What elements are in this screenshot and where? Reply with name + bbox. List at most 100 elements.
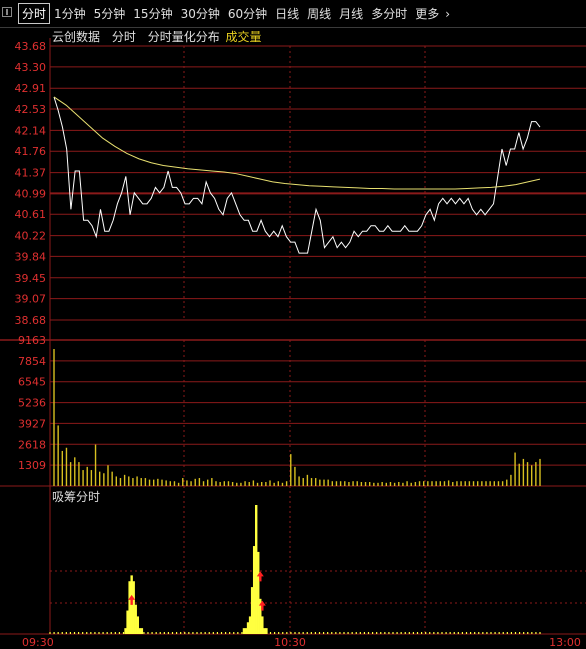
- chip-bar: [126, 610, 129, 634]
- volume-tick-label: 5236: [18, 397, 46, 410]
- price-tick-label: 39.84: [15, 250, 47, 263]
- chip-baseline-dot: [527, 632, 529, 634]
- chip-baseline-dot: [514, 632, 517, 634]
- volume-tick-label: 9163: [18, 334, 46, 347]
- chip-baseline-dot: [65, 632, 67, 634]
- chip-baseline-dot: [253, 632, 255, 634]
- chip-baseline-dot: [224, 632, 227, 634]
- price-tick-label: 41.76: [15, 145, 47, 158]
- chip-baseline-dot: [539, 632, 541, 634]
- chip-baseline-dot: [449, 632, 451, 634]
- chip-baseline-dot: [306, 632, 308, 634]
- chip-baseline-dot: [114, 632, 116, 634]
- chip-baseline-dot: [126, 632, 129, 634]
- chip-baseline-dot: [412, 632, 415, 634]
- chip-baseline-dot: [94, 632, 96, 634]
- chip-baseline-dot: [420, 632, 423, 634]
- chip-baseline-dot: [302, 632, 304, 634]
- chip-baseline-dot: [98, 632, 100, 634]
- chip-baseline-dot: [175, 632, 178, 634]
- chip-baseline-dot: [212, 632, 214, 634]
- chip-bar: [134, 604, 137, 634]
- chip-baseline-dot: [257, 632, 259, 634]
- chip-baseline-dot: [82, 632, 84, 634]
- chip-baseline-dot: [286, 632, 288, 634]
- chip-baseline-dot: [118, 632, 121, 634]
- chip-baseline-dot: [478, 632, 480, 634]
- chip-baseline-dot: [429, 632, 431, 634]
- chip-baseline-dot: [106, 632, 108, 634]
- chip-baseline-dot: [396, 632, 398, 634]
- chip-baseline-dot: [273, 632, 276, 634]
- chip-bar: [132, 581, 135, 634]
- chip-baseline-dot: [388, 632, 390, 634]
- chip-baseline-dot: [216, 632, 219, 634]
- chip-baseline-dot: [392, 632, 394, 634]
- chip-baseline-dot: [90, 632, 92, 634]
- chip-baseline-dot: [482, 632, 484, 634]
- chip-baseline-dot: [245, 632, 247, 634]
- chip-baseline-dot: [380, 632, 382, 634]
- chip-baseline-dot: [196, 632, 198, 634]
- chip-baseline-dot: [282, 632, 284, 634]
- chip-bar: [242, 628, 246, 634]
- price-tick-label: 42.53: [15, 103, 47, 116]
- chip-bar: [257, 551, 260, 634]
- chip-baseline-dot: [49, 632, 51, 634]
- time-tick-label: 13:00: [549, 636, 581, 649]
- chip-baseline-dot: [249, 632, 251, 634]
- chip-baseline-dot: [461, 632, 464, 634]
- chip-baseline-dot: [425, 632, 427, 634]
- chip-baseline-dot: [416, 632, 419, 634]
- chip-bar: [255, 505, 258, 634]
- chip-baseline-dot: [384, 632, 386, 634]
- price-tick-label: 39.45: [15, 272, 47, 285]
- chip-baseline-dot: [445, 632, 447, 634]
- chip-baseline-dot: [155, 632, 157, 634]
- chip-baseline-dot: [229, 632, 231, 634]
- chip-baseline-dot: [204, 632, 206, 634]
- chip-baseline-dot: [314, 632, 317, 634]
- chip-baseline-dot: [437, 632, 439, 634]
- chip-baseline-dot: [61, 632, 63, 634]
- chip-bar: [261, 616, 264, 634]
- chip-baseline-dot: [200, 632, 202, 634]
- chip-baseline-dot: [371, 632, 374, 634]
- chip-bar: [246, 622, 250, 634]
- chip-baseline-dot: [331, 632, 333, 634]
- chip-bar: [136, 616, 139, 634]
- chip-baseline-dot: [151, 632, 153, 634]
- chip-baseline-dot: [518, 632, 521, 634]
- time-tick-label: 10:30: [274, 636, 306, 649]
- chip-baseline-dot: [376, 632, 378, 634]
- chip-baseline-dot: [180, 632, 182, 634]
- chip-baseline-dot: [351, 632, 353, 634]
- price-tick-label: 43.68: [15, 40, 47, 53]
- price-line: [53, 96, 541, 254]
- chip-baseline-dot: [469, 632, 472, 634]
- chip-baseline-dot: [131, 632, 133, 634]
- chip-baseline-dot: [400, 632, 402, 634]
- chip-baseline-dot: [506, 632, 508, 634]
- chip-baseline-dot: [367, 632, 370, 634]
- chip-baseline-dot: [347, 632, 349, 634]
- price-tick-label: 38.68: [15, 314, 47, 327]
- time-tick-label: 09:30: [22, 636, 54, 649]
- chip-baseline-dot: [86, 632, 88, 634]
- chip-baseline-dot: [184, 632, 186, 634]
- chip-baseline-dot: [502, 632, 504, 634]
- chip-baseline-dot: [474, 632, 476, 634]
- volume-tick-label: 7854: [18, 355, 46, 368]
- chip-baseline-dot: [322, 632, 325, 634]
- chip-baseline-dot: [139, 632, 141, 634]
- chip-baseline-dot: [465, 632, 468, 634]
- chip-baseline-dot: [327, 632, 329, 634]
- chip-baseline-dot: [310, 632, 312, 634]
- chip-baseline-dot: [77, 632, 80, 634]
- chip-baseline-dot: [294, 632, 296, 634]
- chip-baseline-dot: [53, 632, 55, 634]
- chip-baseline-dot: [486, 632, 488, 634]
- chip-baseline-dot: [159, 632, 161, 634]
- chip-baseline-dot: [241, 632, 243, 634]
- price-tick-label: 42.14: [15, 124, 47, 137]
